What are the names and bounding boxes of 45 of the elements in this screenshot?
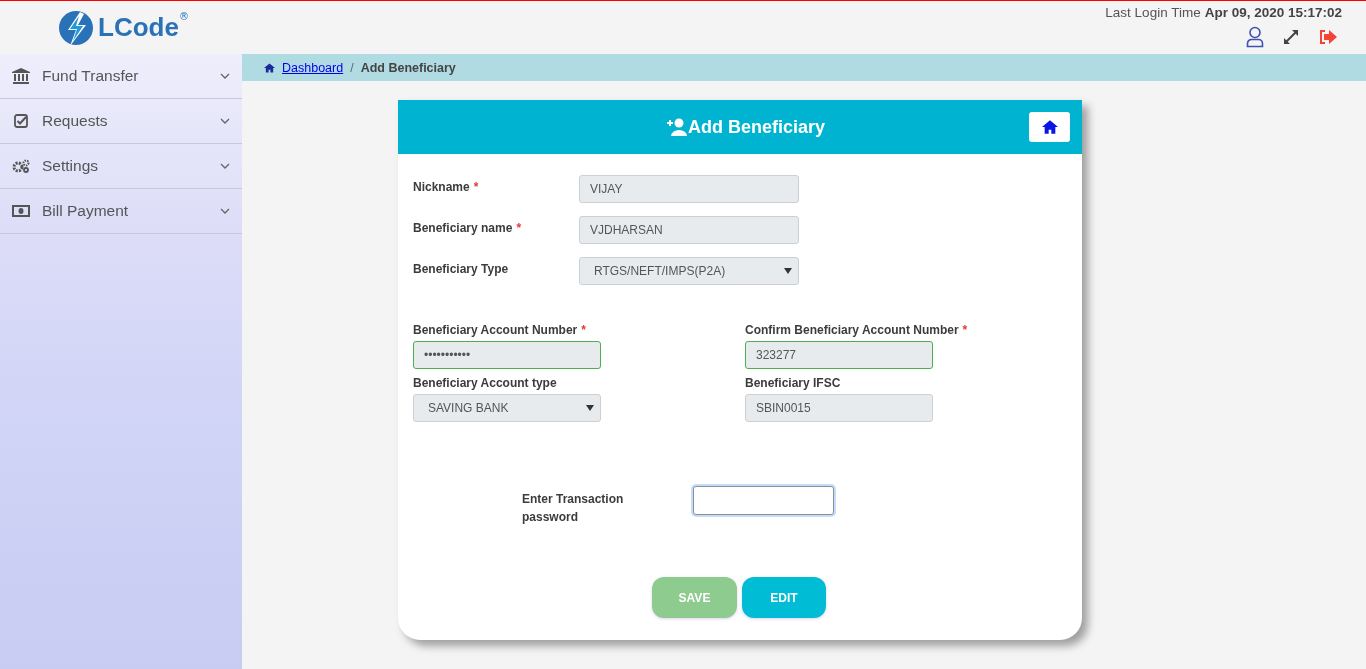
logo-text: LCode xyxy=(98,12,179,43)
field-label: Nickname * xyxy=(413,179,480,194)
home-button[interactable] xyxy=(1029,112,1070,142)
field-label: Beneficiary name * xyxy=(413,220,523,235)
user-icon[interactable] xyxy=(1246,26,1264,48)
field-label: Confirm Beneficiary Account Number * xyxy=(745,323,968,337)
registered-mark: ® xyxy=(178,11,189,22)
field-label: Beneficiary Type xyxy=(413,261,510,276)
chevron-icon xyxy=(220,163,230,169)
sidebar-item[interactable]: Requests xyxy=(0,99,242,144)
home-icon xyxy=(1041,120,1058,134)
dropdown[interactable]: SAVING BANK xyxy=(413,394,601,422)
input-field[interactable]: 323277 xyxy=(745,341,933,369)
field-label: Beneficiary IFSC xyxy=(745,376,841,390)
input-field[interactable]: VJDHARSAN xyxy=(579,216,799,244)
chevron-icon xyxy=(220,73,230,79)
add-user-icon xyxy=(664,118,687,136)
sidebar-item[interactable]: Settings xyxy=(0,144,242,189)
field-label: Beneficiary Account Number * xyxy=(413,323,586,337)
input-field[interactable]: SBIN0015 xyxy=(745,394,933,422)
sidebar-item[interactable]: Bill Payment xyxy=(0,189,242,234)
last-login-time: Apr 09, 2020 15:17:02 xyxy=(1204,5,1342,20)
sidebar-item[interactable]: Fund Transfer xyxy=(0,54,242,99)
field-label: Enter Transaction password xyxy=(522,491,625,526)
field-label: Beneficiary Account type xyxy=(413,376,557,390)
gears-icon xyxy=(12,159,30,173)
expand-icon[interactable] xyxy=(1282,28,1300,46)
banknote-icon xyxy=(12,205,30,217)
chevron-icon xyxy=(220,118,230,124)
breadcrumb-separator: / xyxy=(350,60,354,75)
breadcrumb-link[interactable]: Dashboard xyxy=(282,60,344,75)
input-field[interactable]: ••••••••••• xyxy=(413,341,601,369)
input-field[interactable]: VIJAY xyxy=(579,175,799,203)
bank-icon xyxy=(12,68,30,84)
caret-icon xyxy=(784,268,792,274)
logout-icon[interactable] xyxy=(1318,29,1338,45)
chevron-icon xyxy=(220,208,230,214)
password-field[interactable] xyxy=(693,486,834,515)
breadcrumb-current: Add Beneficiary xyxy=(360,60,456,75)
card-title: Add Beneficiary xyxy=(687,116,825,138)
last-login-label: Last Login Time xyxy=(1105,5,1201,20)
checkbox-icon xyxy=(12,114,30,128)
home-icon xyxy=(264,62,275,73)
dropdown[interactable]: RTGS/NEFT/IMPS(P2A) xyxy=(579,257,799,285)
caret-icon xyxy=(586,405,594,411)
